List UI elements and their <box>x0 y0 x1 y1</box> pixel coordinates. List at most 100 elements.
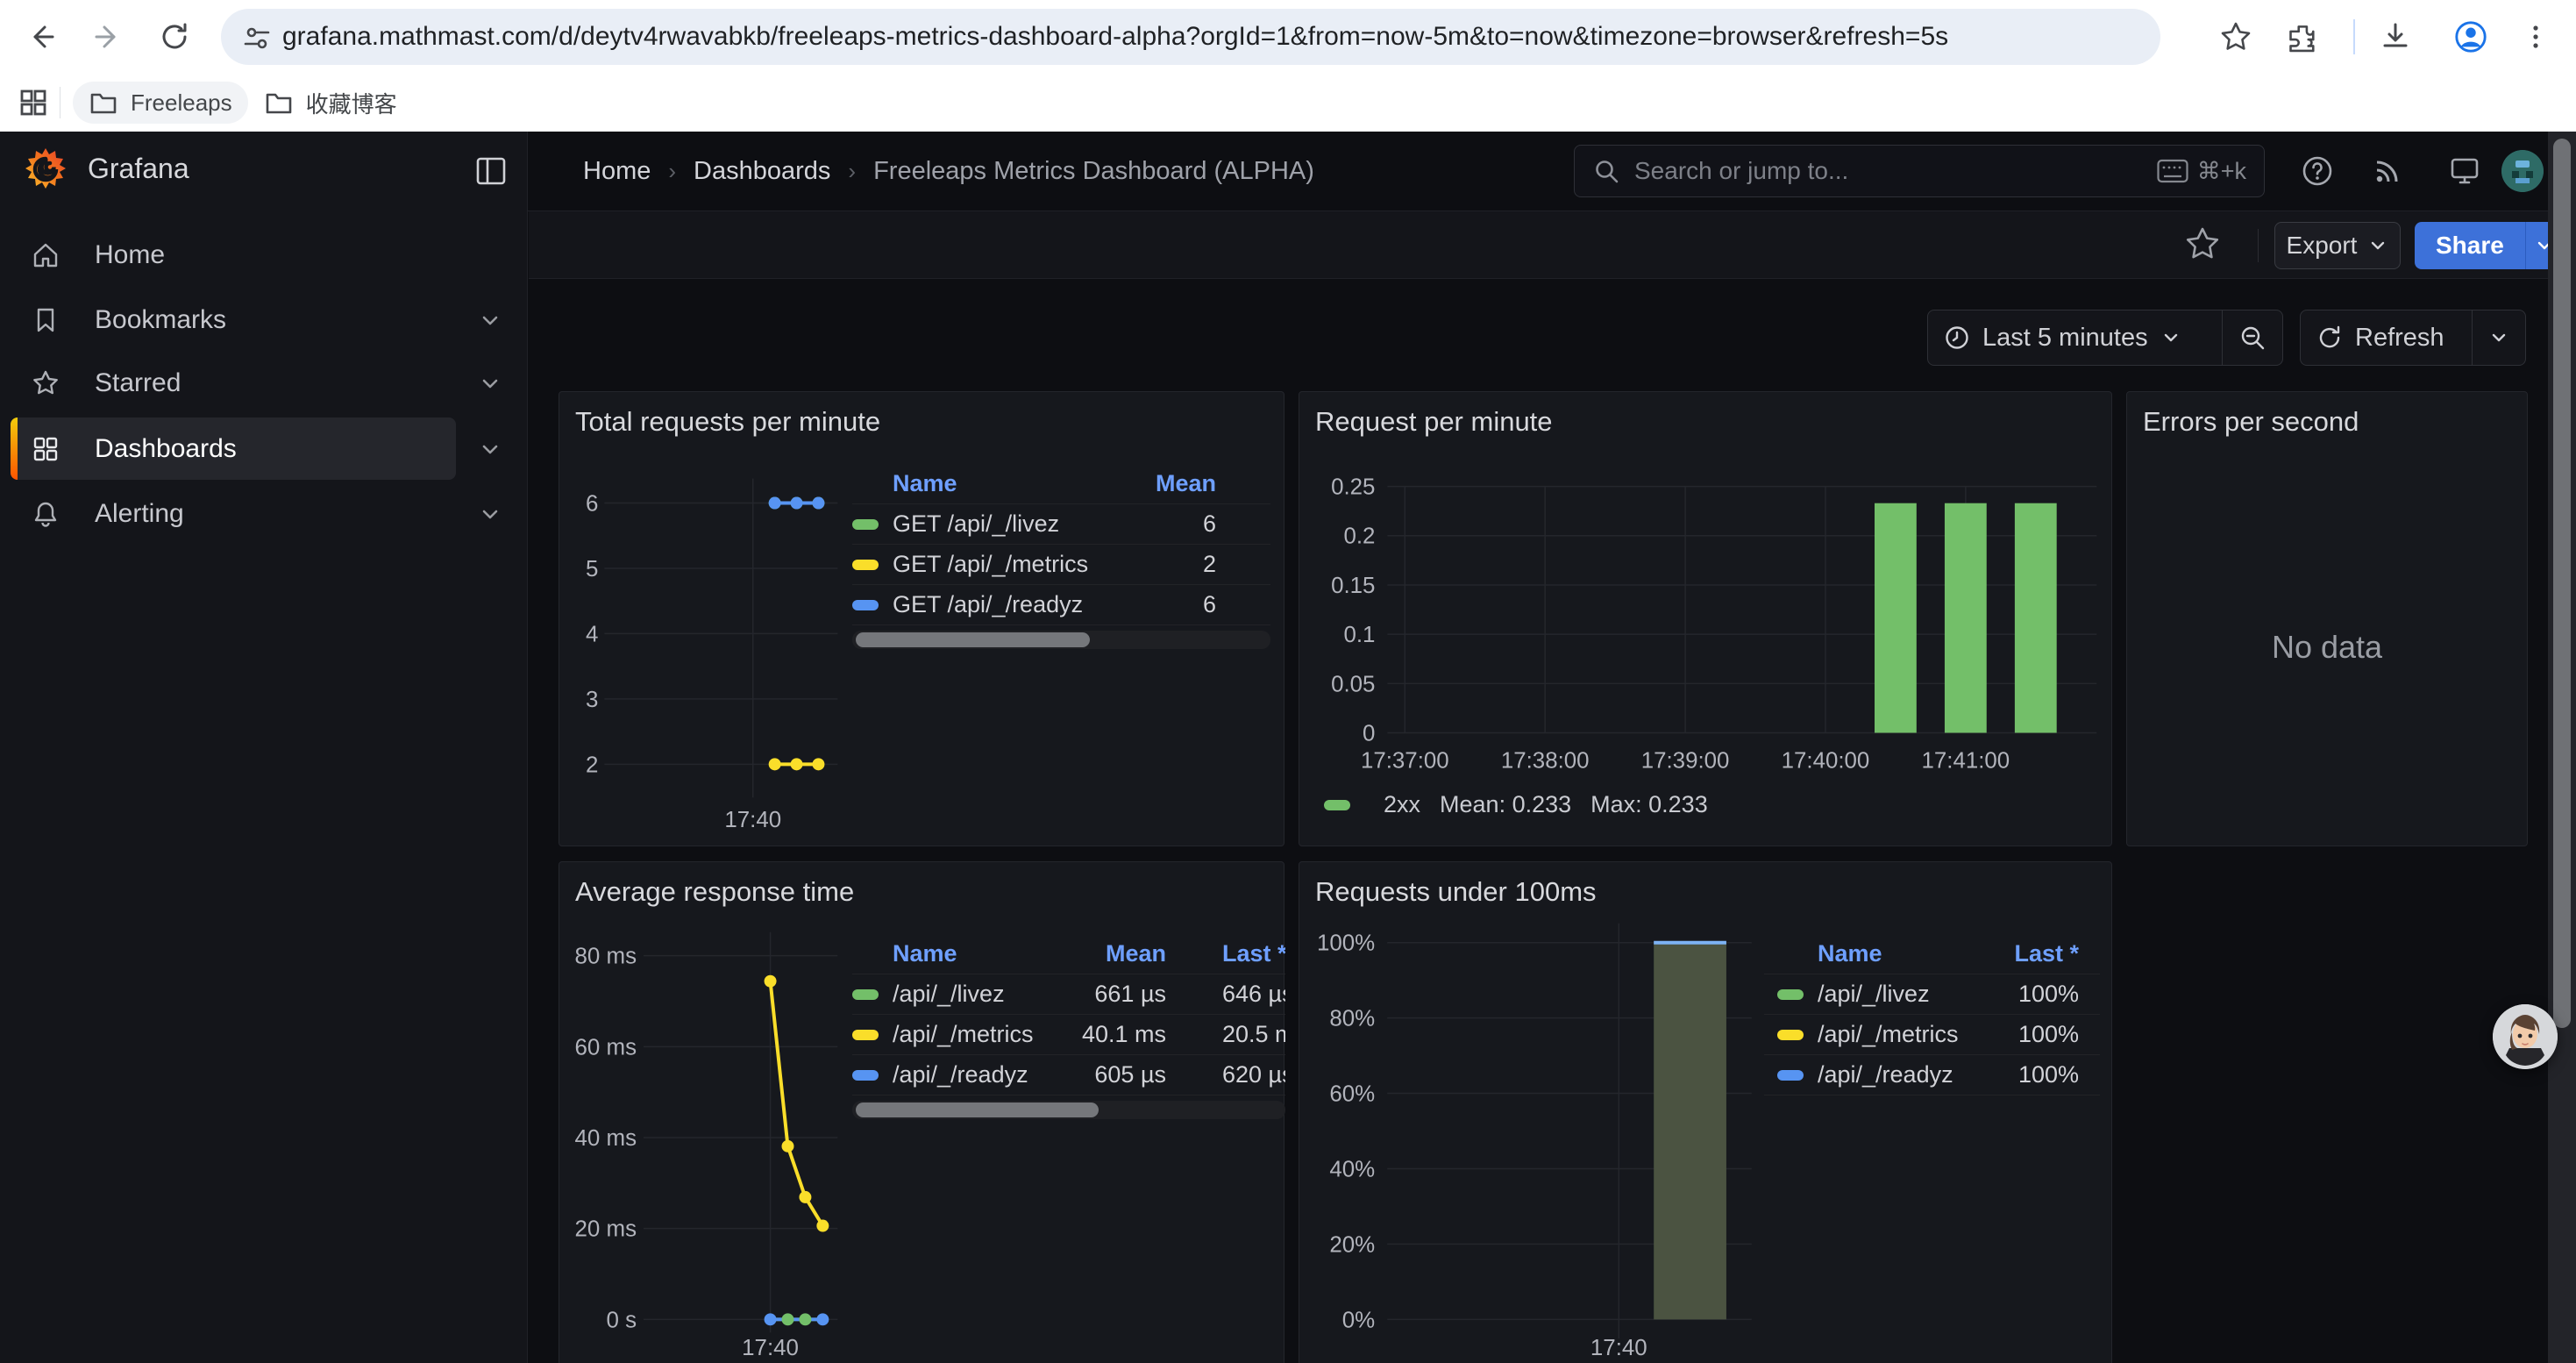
scrollbar-thumb[interactable] <box>2553 139 2571 1028</box>
bar-chart[interactable]: 00.050.10.150.20.2517:37:0017:38:0017:39… <box>1299 392 2111 846</box>
bookmark-folder-blog[interactable]: 收藏博客 <box>248 82 413 124</box>
svg-text:60%: 60% <box>1329 1082 1375 1107</box>
apps-shortcut-icon[interactable] <box>16 85 51 120</box>
share-button[interactable]: Share <box>2415 222 2564 269</box>
legend-row[interactable]: /api/_/livez661 µs 646 µs <box>852 974 1285 1015</box>
downloads-icon[interactable] <box>2378 19 2413 54</box>
svg-text:4: 4 <box>586 622 598 646</box>
bookmark-label: 收藏博客 <box>306 87 397 119</box>
zoom-out-icon <box>2238 324 2266 352</box>
search-field[interactable] <box>1634 157 2143 185</box>
help-icon[interactable] <box>2300 153 2335 189</box>
refresh-label: Refresh <box>2355 324 2444 353</box>
panel-total-requests-per-minute: Total requests per minute 2345617:40 Nam… <box>559 391 1284 846</box>
panel-legend[interactable]: 2xx Mean: 0.233 Max: 0.233 <box>1324 791 1708 818</box>
browser-forward-button[interactable] <box>90 19 125 54</box>
legend-row[interactable]: /api/_/metrics40.1 ms20.5 ms <box>852 1015 1285 1055</box>
time-range-picker[interactable]: Last 5 minutes <box>1928 310 2222 365</box>
legend-header-row[interactable]: NameMean <box>852 464 1270 504</box>
clock-icon <box>1944 325 1970 351</box>
sidebar-item-home[interactable]: Home <box>11 227 456 283</box>
url-text[interactable]: grafana.mathmast.com/d/deytv4rwavabkb/fr… <box>282 22 1948 52</box>
refresh-button[interactable]: Refresh <box>2301 310 2472 365</box>
series-value: 605 µs <box>1059 1061 1166 1088</box>
browser-back-button[interactable] <box>24 19 59 54</box>
panel-legend: NameLast */api/_/livez100%/api/_/metrics… <box>1764 934 2100 1095</box>
breadcrumb: Home › Dashboards › Freeleaps Metrics Da… <box>583 132 1314 211</box>
bookmark-folder-freeleaps[interactable]: Freeleaps <box>73 82 248 124</box>
legend-row[interactable]: /api/_/livez100% <box>1764 974 2100 1015</box>
series-mean: Mean: 0.233 <box>1440 791 1571 818</box>
legend-scrollbar <box>852 631 1270 649</box>
chevron-down-icon <box>2488 327 2509 348</box>
extensions-icon[interactable] <box>2285 19 2320 54</box>
search-input[interactable]: ⌘+k <box>1574 145 2265 197</box>
series-value: 620 µs <box>1222 1061 1285 1088</box>
breadcrumb-home[interactable]: Home <box>583 157 651 186</box>
series-color-pill <box>1777 989 1804 1000</box>
refresh-interval-caret[interactable] <box>2473 310 2525 365</box>
svg-text:0.05: 0.05 <box>1331 672 1375 696</box>
sidebar-item-bookmarks[interactable]: Bookmarks <box>11 292 456 348</box>
svg-text:60 ms: 60 ms <box>575 1035 637 1060</box>
legend-row[interactable]: GET /api/_/livez6 <box>852 504 1270 545</box>
browser-chrome: grafana.mathmast.com/d/deytv4rwavabkb/fr… <box>0 0 2576 132</box>
svg-text:6: 6 <box>586 491 598 516</box>
series-name: /api/_/livez <box>893 981 1059 1008</box>
legend-row[interactable]: /api/_/metrics100% <box>1764 1015 2100 1055</box>
series-value: 661 µs <box>1059 981 1166 1008</box>
legend-header-row[interactable]: NameMeanLast * <box>852 934 1285 974</box>
chevron-down-icon <box>2160 327 2181 348</box>
series-name: /api/_/readyz <box>1818 1061 2018 1088</box>
chevron-down-icon[interactable] <box>478 502 502 526</box>
series-value: 40.1 ms <box>1059 1021 1166 1048</box>
series-max: Max: 0.233 <box>1590 791 1708 818</box>
svg-text:17:39:00: 17:39:00 <box>1641 748 1730 773</box>
sidebar-toggle-icon[interactable] <box>473 153 509 189</box>
export-button[interactable]: Export <box>2274 222 2401 269</box>
legend-row[interactable]: GET /api/_/metrics2 <box>852 545 1270 585</box>
legend-column-header: Mean <box>1059 940 1166 967</box>
chevron-down-icon[interactable] <box>478 308 502 332</box>
legend-header-row[interactable]: NameLast * <box>1764 934 2100 974</box>
bookmark-star-icon[interactable] <box>2218 19 2253 54</box>
legend-scrollbar-thumb[interactable] <box>856 632 1090 647</box>
sidebar-header: Grafana <box>0 132 527 211</box>
brand-name: Grafana <box>88 153 189 185</box>
sidebar-item-label: Bookmarks <box>95 305 226 335</box>
svg-text:20%: 20% <box>1329 1232 1375 1257</box>
legend-scrollbar-thumb[interactable] <box>856 1103 1099 1117</box>
legend-row[interactable]: /api/_/readyz605 µs620 µs <box>852 1055 1285 1095</box>
profile-avatar-icon[interactable] <box>2453 19 2488 54</box>
sidebar-item-starred[interactable]: Starred <box>11 355 456 411</box>
legend-row[interactable]: GET /api/_/readyz6 <box>852 585 1270 625</box>
dashboard-actions-row: Export Share <box>529 211 2576 279</box>
user-avatar[interactable] <box>2501 150 2544 192</box>
legend-row[interactable]: /api/_/readyz100% <box>1764 1055 2100 1095</box>
series-color-pill <box>1777 1030 1804 1040</box>
series-name[interactable]: 2xx <box>1384 791 1420 818</box>
favorite-star-button[interactable] <box>2181 224 2224 266</box>
breadcrumb-separator: › <box>668 158 676 185</box>
zoom-out-button[interactable] <box>2223 310 2282 365</box>
monitor-icon[interactable] <box>2447 153 2482 189</box>
panel-title[interactable]: Errors per second <box>2143 406 2359 438</box>
sidebar-item-label: Home <box>95 240 165 270</box>
sidebar-item-dashboards[interactable]: Dashboards <box>11 417 456 480</box>
chevron-down-icon[interactable] <box>478 371 502 396</box>
news-rss-icon[interactable] <box>2370 153 2405 189</box>
dashboards-icon <box>32 435 60 463</box>
series-value: 100% <box>2018 1021 2079 1048</box>
breadcrumb-dashboards[interactable]: Dashboards <box>694 157 830 186</box>
svg-text:17:38:00: 17:38:00 <box>1501 748 1590 773</box>
floating-assistant-avatar[interactable] <box>2493 1004 2558 1069</box>
series-value: 2 <box>1111 551 1216 578</box>
site-settings-icon[interactable] <box>242 23 272 53</box>
browser-reload-button[interactable] <box>157 19 192 54</box>
series-value: 646 µs <box>1222 981 1285 1008</box>
sidebar-item-alerting[interactable]: Alerting <box>11 486 456 542</box>
grafana-logo[interactable] <box>21 146 70 196</box>
url-bar[interactable]: grafana.mathmast.com/d/deytv4rwavabkb/fr… <box>221 9 2160 65</box>
chevron-down-icon[interactable] <box>478 437 502 461</box>
browser-menu-icon[interactable] <box>2518 19 2553 54</box>
